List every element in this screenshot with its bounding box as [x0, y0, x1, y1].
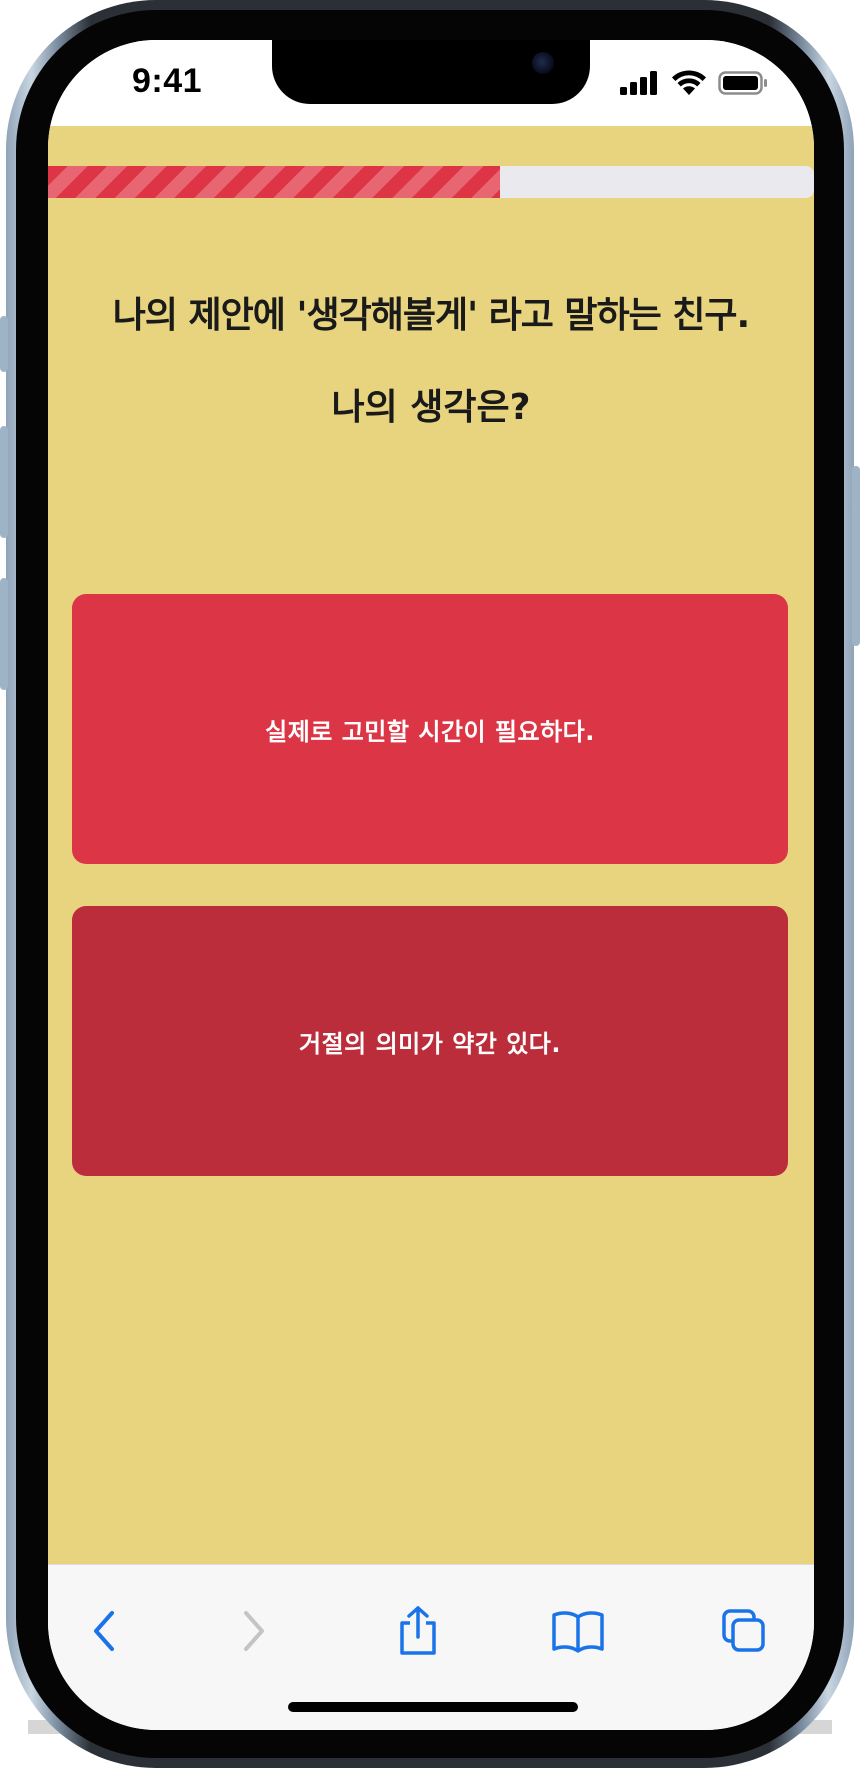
- forward-button[interactable]: [224, 1601, 284, 1661]
- wifi-icon: [672, 70, 706, 95]
- power-button: [852, 466, 860, 646]
- quiz-page: 나의 제안에 '생각해볼게' 라고 말하는 친구. 나의 생각은? 실제로 고민…: [48, 126, 814, 1564]
- status-time: 9:41: [132, 62, 203, 100]
- back-icon: [94, 1611, 114, 1651]
- cellular-signal-icon: [620, 71, 657, 95]
- progress-fill: [48, 166, 500, 198]
- tabs-button[interactable]: [714, 1601, 774, 1661]
- battery-icon: [718, 71, 767, 95]
- status-bar: 9:41: [48, 40, 814, 126]
- volume-down-button: [0, 578, 8, 690]
- camera-icon: [532, 52, 554, 74]
- question-text: 나의 제안에 '생각해볼게' 라고 말하는 친구.: [112, 295, 750, 336]
- share-button[interactable]: [388, 1601, 448, 1661]
- bookmarks-icon: [552, 1611, 604, 1653]
- progress-bar: [48, 166, 814, 198]
- volume-up-button: [0, 426, 8, 538]
- question-prompt: 나의 생각은?: [331, 387, 531, 428]
- back-button[interactable]: [74, 1601, 134, 1661]
- answer-option-1-button[interactable]: 실제로 고민할 시간이 필요하다.: [72, 594, 788, 864]
- forward-icon: [244, 1611, 264, 1651]
- share-icon: [400, 1606, 436, 1655]
- answer-option-2-label: 거절의 의미가 약간 있다.: [299, 1029, 561, 1058]
- phone-screen: 9:41 나의 제안에 '생각해볼게' 라고 말하는 친구. 나의 생각은? 실…: [48, 40, 814, 1730]
- notch: [272, 40, 590, 104]
- home-indicator[interactable]: [288, 1702, 578, 1712]
- answer-option-1-label: 실제로 고민할 시간이 필요하다.: [265, 717, 595, 746]
- tabs-icon: [722, 1609, 765, 1652]
- bookmarks-button[interactable]: [548, 1601, 608, 1661]
- answer-option-2-button[interactable]: 거절의 의미가 약간 있다.: [72, 906, 788, 1176]
- silent-switch: [0, 316, 8, 372]
- status-icons: [620, 70, 768, 96]
